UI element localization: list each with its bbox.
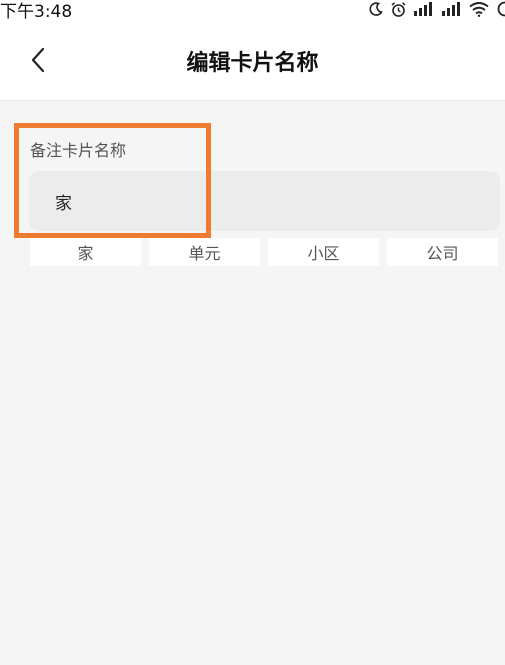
suggestion-chip-community[interactable]: 小区 (268, 238, 379, 266)
status-bar: 下午3:48 (0, 0, 505, 22)
status-time: 下午3:48 (0, 2, 73, 22)
alarm-icon (391, 1, 406, 17)
suggestion-chip-unit[interactable]: 单元 (149, 238, 260, 266)
edit-card-name-form: 备注卡片名称 家 单元 小区 公司 (0, 101, 505, 665)
signal-icon (442, 2, 460, 16)
navigation-bar: 编辑卡片名称 (0, 22, 505, 101)
suggestion-chip-company[interactable]: 公司 (387, 238, 498, 266)
suggestion-chips: 家 单元 小区 公司 (30, 238, 498, 266)
moon-icon (369, 2, 383, 16)
page-title: 编辑卡片名称 (186, 51, 319, 76)
status-icons (368, 0, 505, 18)
battery-icon (497, 1, 505, 17)
suggestion-chip-home[interactable]: 家 (30, 238, 141, 266)
signal-icon (414, 2, 432, 16)
card-name-label: 备注卡片名称 (30, 141, 127, 160)
wifi-icon (469, 2, 489, 17)
card-name-input[interactable] (29, 171, 500, 231)
